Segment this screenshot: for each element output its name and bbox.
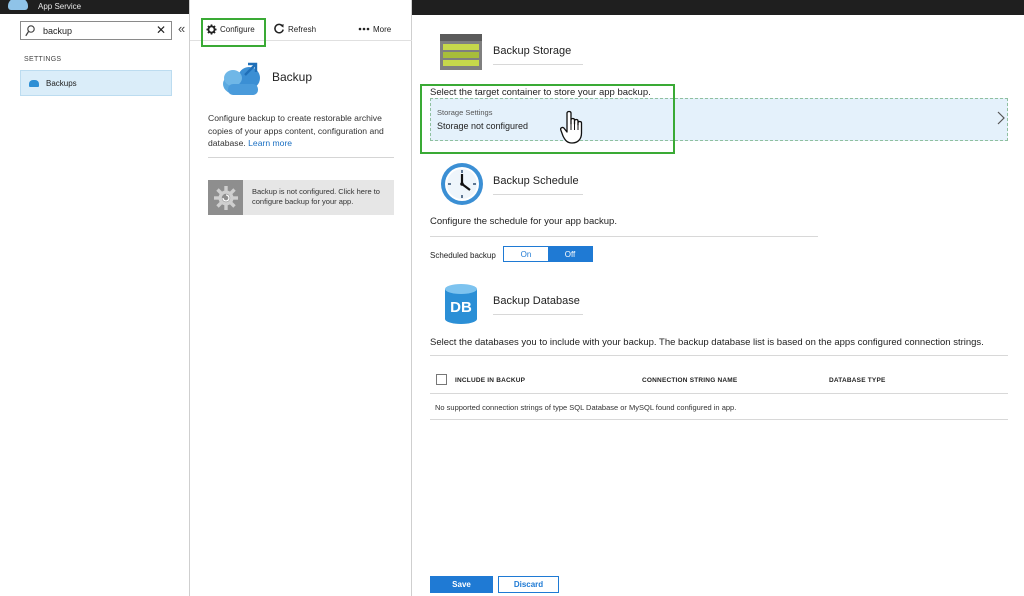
backup-schedule-title: Backup Schedule <box>493 175 579 187</box>
schedule-description: Configure the schedule for your app back… <box>430 216 617 227</box>
refresh-icon <box>274 23 284 34</box>
notice-text: Backup is not configured. Click here to … <box>252 187 380 206</box>
hand-pointer-icon <box>560 110 583 144</box>
scheduled-backup-label: Scheduled backup <box>430 251 496 260</box>
discard-button[interactable]: Discard <box>498 576 559 593</box>
sidebar-item-backups[interactable]: Backups <box>20 70 172 96</box>
refresh-button[interactable]: Refresh <box>273 21 316 37</box>
storage-icon <box>440 34 482 70</box>
settings-gear-icon <box>208 180 243 215</box>
schedule-divider <box>430 236 818 237</box>
table-row: No supported connection strings of type … <box>430 394 1008 420</box>
clock-icon <box>441 163 483 205</box>
backup-description-text: Configure backup to create restorable ar… <box>208 113 384 149</box>
blade-top-bar <box>412 0 1024 15</box>
backup-database-title: Backup Database <box>493 295 580 307</box>
refresh-label: Refresh <box>288 24 317 34</box>
empty-table-message: No supported connection strings of type … <box>435 403 737 412</box>
search-icon <box>25 25 35 37</box>
backup-storage-title: Backup Storage <box>493 45 572 57</box>
storage-title-underline <box>493 64 583 65</box>
backup-description: Configure backup to create restorable ar… <box>208 112 394 150</box>
backup-blade-title: Backup <box>272 70 313 84</box>
settings-section-label: SETTINGS <box>24 56 62 63</box>
database-icon-text: DB <box>450 299 472 316</box>
blade-subtitle: App Service <box>38 2 82 11</box>
database-icon: DB <box>445 284 477 324</box>
database-table-header: INCLUDE IN BACKUP CONNECTION STRING NAME… <box>430 370 1008 394</box>
backup-not-configured-notice[interactable]: Backup is not configured. Click here to … <box>208 180 394 215</box>
settings-search-box[interactable]: ✕ <box>20 21 172 40</box>
more-dots-icon <box>358 27 370 31</box>
save-button[interactable]: Save <box>430 576 493 593</box>
collapse-blade-icon[interactable]: « <box>178 21 185 36</box>
settings-blade: App Service ✕ « SETTINGS Backups <box>0 0 190 596</box>
select-all-checkbox[interactable] <box>436 374 447 385</box>
blade-header: App Service <box>0 0 189 14</box>
database-table-divider <box>430 355 1008 356</box>
toggle-on-option[interactable]: On <box>504 247 548 261</box>
column-database-type: DATABASE TYPE <box>829 377 886 384</box>
column-include-in-backup: INCLUDE IN BACKUP <box>455 377 526 384</box>
settings-search-input[interactable] <box>43 23 153 38</box>
cloud-icon <box>29 80 39 87</box>
database-description: Select the databases you to include with… <box>430 337 984 348</box>
database-title-underline <box>493 314 583 315</box>
more-label: More <box>373 24 392 34</box>
description-divider <box>208 157 394 158</box>
configure-highlight-box <box>201 18 266 47</box>
schedule-title-underline <box>493 194 583 195</box>
sidebar-item-label: Backups <box>46 79 77 88</box>
toggle-off-option[interactable]: Off <box>548 247 592 261</box>
backup-cloud-icon <box>223 62 260 95</box>
storage-highlight-box <box>420 84 675 154</box>
chevron-right-icon <box>997 111 1005 125</box>
column-connection-string-name: CONNECTION STRING NAME <box>642 377 738 384</box>
app-service-icon <box>8 0 28 10</box>
scheduled-backup-toggle[interactable]: On Off <box>503 246 593 262</box>
clear-search-icon[interactable]: ✕ <box>156 23 166 37</box>
learn-more-link[interactable]: Learn more <box>248 138 292 148</box>
more-button[interactable]: More <box>358 21 391 37</box>
